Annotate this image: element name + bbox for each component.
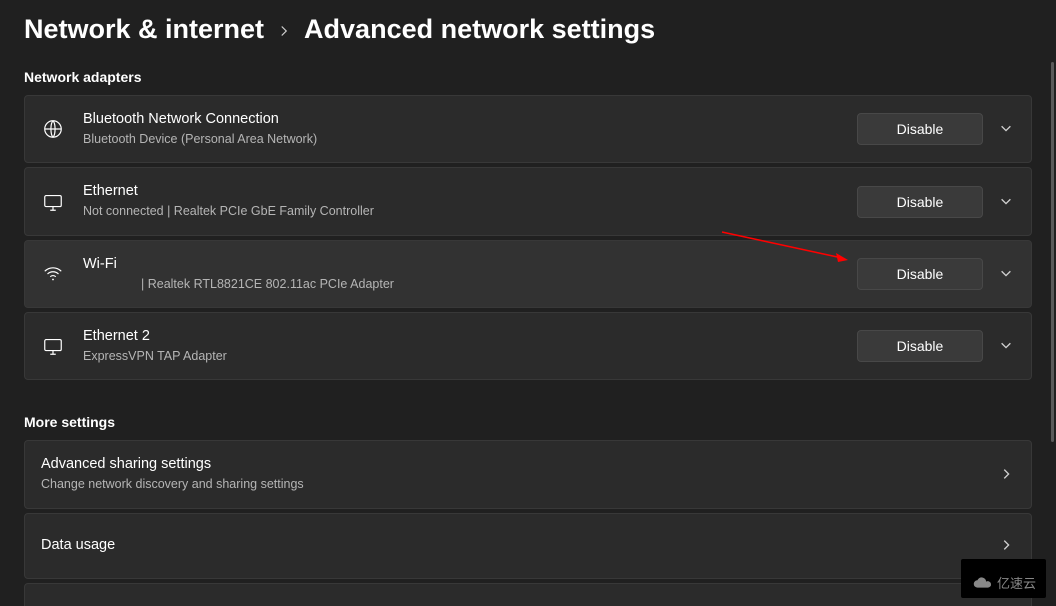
adapter-row-wifi[interactable]: Wi-Fi | Realtek RTL8821CE 802.11ac PCIe … [24, 240, 1032, 308]
adapter-row-ethernet[interactable]: Ethernet Not connected | Realtek PCIe Gb… [24, 167, 1032, 235]
breadcrumb: Network & internet Advanced network sett… [24, 14, 1032, 45]
watermark: 亿速云 [961, 559, 1046, 598]
adapter-subtitle: Bluetooth Device (Personal Area Network) [83, 131, 857, 149]
adapter-text: Ethernet Not connected | Realtek PCIe Gb… [83, 182, 857, 220]
adapter-subtitle: ExpressVPN TAP Adapter [83, 348, 857, 366]
globe-icon [41, 117, 65, 141]
page-title: Advanced network settings [304, 14, 655, 45]
watermark-text: 亿速云 [997, 573, 1036, 592]
adapter-text: Ethernet 2 ExpressVPN TAP Adapter [83, 327, 857, 365]
settings-text: Advanced sharing settings Change network… [41, 455, 999, 493]
adapter-row-ethernet2[interactable]: Ethernet 2 ExpressVPN TAP Adapter Disabl… [24, 312, 1032, 380]
disable-button[interactable]: Disable [857, 258, 983, 290]
adapter-text: Wi-Fi | Realtek RTL8821CE 802.11ac PCIe … [83, 255, 857, 293]
chevron-down-icon[interactable] [999, 266, 1015, 282]
wifi-icon [41, 262, 65, 286]
chevron-right-icon[interactable] [999, 467, 1015, 483]
settings-subtitle: Change network discovery and sharing set… [41, 476, 999, 494]
adapter-subtitle: | Realtek RTL8821CE 802.11ac PCIe Adapte… [83, 276, 857, 294]
chevron-down-icon[interactable] [999, 194, 1015, 210]
settings-text: Data usage [41, 536, 999, 555]
chevron-down-icon[interactable] [999, 121, 1015, 137]
adapter-title: Ethernet 2 [83, 327, 857, 346]
breadcrumb-parent[interactable]: Network & internet [24, 14, 264, 45]
chevron-right-icon[interactable] [999, 538, 1015, 554]
adapter-subtitle: Not connected | Realtek PCIe GbE Family … [83, 203, 857, 221]
settings-row-data-usage[interactable]: Data usage [24, 513, 1032, 579]
chevron-down-icon[interactable] [999, 338, 1015, 354]
adapter-text: Bluetooth Network Connection Bluetooth D… [83, 110, 857, 148]
disable-button[interactable]: Disable [857, 186, 983, 218]
section-title-adapters: Network adapters [24, 69, 1032, 85]
settings-row-sharing[interactable]: Advanced sharing settings Change network… [24, 440, 1032, 508]
disable-button[interactable]: Disable [857, 113, 983, 145]
adapter-title: Ethernet [83, 182, 857, 201]
disable-button[interactable]: Disable [857, 330, 983, 362]
adapter-title: Bluetooth Network Connection [83, 110, 857, 129]
chevron-right-icon [278, 22, 290, 42]
section-title-more: More settings [24, 414, 1032, 430]
cloud-icon [971, 575, 993, 591]
scrollbar[interactable] [1051, 62, 1054, 442]
adapter-title: Wi-Fi [83, 255, 857, 274]
monitor-icon [41, 190, 65, 214]
monitor-icon [41, 334, 65, 358]
settings-title: Data usage [41, 536, 999, 555]
adapter-row-bluetooth[interactable]: Bluetooth Network Connection Bluetooth D… [24, 95, 1032, 163]
settings-row-partial[interactable] [24, 583, 1032, 606]
settings-title: Advanced sharing settings [41, 455, 999, 474]
